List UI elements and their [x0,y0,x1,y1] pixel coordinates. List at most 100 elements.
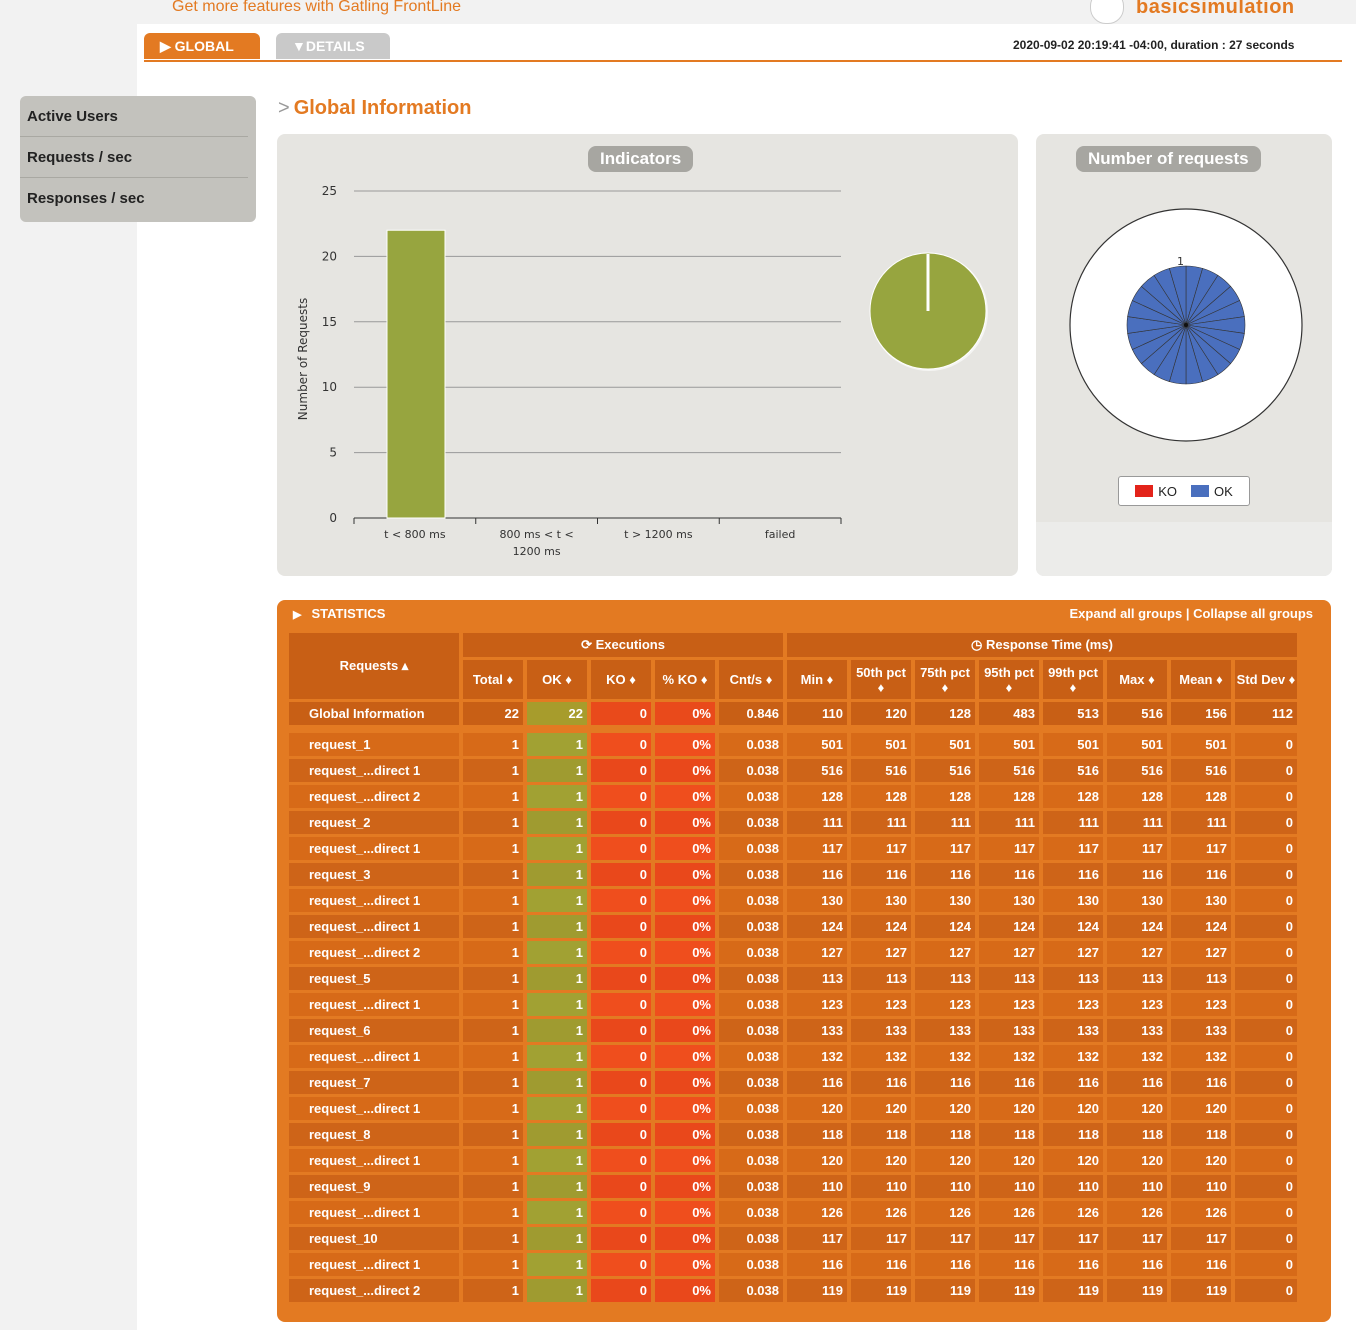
col-header[interactable]: 75th pct ♦ [915,660,975,699]
table-row[interactable]: request_3 1 1 0 0% 0.038 116 116 116 116 116 116 116… [289,863,1297,886]
col-header[interactable]: % KO ♦ [655,660,715,699]
tab-details[interactable]: ▼DETAILS [276,33,390,59]
stat-cell: 1 [463,1253,523,1276]
stat-cell: 501 [1043,733,1103,756]
col-header[interactable]: OK ♦ [527,660,587,699]
tab-global[interactable]: ▶ GLOBAL [144,33,260,59]
stat-cell: 0 [1235,1123,1297,1146]
col-requests[interactable]: Requests ▴ [289,633,459,699]
col-header[interactable]: 50th pct ♦ [851,660,911,699]
x-tick-label: failed [765,528,795,541]
stat-cell: 1 [527,863,587,886]
stat-cell: 1 [527,1253,587,1276]
stat-cell: 113 [1043,967,1103,990]
stat-cell: 0% [655,1097,715,1120]
request-name[interactable]: request_10 [289,1227,459,1250]
table-row[interactable]: request_...direct 1 1 1 0 0% 0.038 120 120 120 12… [289,1097,1297,1120]
table-row-global[interactable]: Global Information 22 22 0 0% 0.846 110 120 128 4… [289,702,1297,725]
col-header[interactable]: 99th pct ♦ [1043,660,1103,699]
request-name[interactable]: request_...direct 1 [289,837,459,860]
col-header[interactable]: KO ♦ [591,660,651,699]
request-name[interactable]: request_...direct 1 [289,1253,459,1276]
table-row[interactable]: request_...direct 2 1 1 0 0% 0.038 119 119 119 11… [289,1279,1297,1302]
request-name[interactable]: request_...direct 2 [289,941,459,964]
frontline-link[interactable]: Get more features with Gatling FrontLine [172,0,461,16]
stat-cell: 0 [591,1019,651,1042]
tab-bar: ▶ GLOBAL ▼DETAILS [144,33,390,59]
table-row[interactable]: request_1 1 1 0 0% 0.038 501 501 501 501 501 501 501… [289,733,1297,756]
request-name[interactable]: request_...direct 1 [289,1201,459,1224]
request-name[interactable]: request_...direct 1 [289,1045,459,1068]
request-name[interactable]: request_8 [289,1123,459,1146]
stat-cell: 0.038 [719,915,783,938]
col-header[interactable]: Mean ♦ [1171,660,1231,699]
sidebar-item-requests-per-sec[interactable]: Requests / sec [20,137,248,178]
table-row[interactable]: request_10 1 1 0 0% 0.038 117 117 117 117 117 117 11… [289,1227,1297,1250]
table-row[interactable]: request_6 1 1 0 0% 0.038 133 133 133 133 133 133 133… [289,1019,1297,1042]
stat-cell: 1 [463,759,523,782]
table-row[interactable]: request_...direct 2 1 1 0 0% 0.038 127 127 127 12… [289,941,1297,964]
stat-cell: 1 [527,993,587,1016]
sidebar-item-responses-per-sec[interactable]: Responses / sec [20,178,248,218]
table-row[interactable]: request_...direct 1 1 1 0 0% 0.038 123 123 123 12… [289,993,1297,1016]
col-header[interactable]: Cnt/s ♦ [719,660,783,699]
expand-all-link[interactable]: Expand all groups [1070,606,1183,621]
table-row[interactable]: request_9 1 1 0 0% 0.038 110 110 110 110 110 110 110… [289,1175,1297,1198]
stat-cell: 126 [787,1201,847,1224]
collapse-all-link[interactable]: Collapse all groups [1193,606,1313,621]
request-name[interactable]: request_2 [289,811,459,834]
ko-swatch-icon [1135,484,1154,497]
request-name[interactable]: request_...direct 1 [289,993,459,1016]
request-name[interactable]: request_...direct 1 [289,889,459,912]
request-name[interactable]: request_...direct 2 [289,785,459,808]
table-row[interactable]: request_...direct 1 1 1 0 0% 0.038 126 126 126 12… [289,1201,1297,1224]
col-header[interactable]: Max ♦ [1107,660,1167,699]
table-row[interactable]: request_...direct 1 1 1 0 0% 0.038 117 117 117 11… [289,837,1297,860]
stat-cell: 1 [527,967,587,990]
stat-cell: 1 [463,785,523,808]
stat-cell: 0% [655,1253,715,1276]
table-row[interactable]: request_...direct 1 1 1 0 0% 0.038 132 132 132 13… [289,1045,1297,1068]
request-name[interactable]: request_...direct 2 [289,1279,459,1302]
request-name[interactable]: request_1 [289,733,459,756]
request-name[interactable]: request_...direct 1 [289,915,459,938]
table-row[interactable]: request_2 1 1 0 0% 0.038 111 111 111 111 111 111 111… [289,811,1297,834]
request-name[interactable]: request_...direct 1 [289,759,459,782]
col-header[interactable]: Std Dev ♦ [1235,660,1297,699]
requests-panel-footer [1036,522,1332,576]
table-row[interactable]: request_...direct 1 1 1 0 0% 0.038 130 130 130 13… [289,889,1297,912]
request-name[interactable]: request_3 [289,863,459,886]
sidebar-item-active-users[interactable]: Active Users [20,96,248,137]
request-name[interactable]: request_9 [289,1175,459,1198]
table-row[interactable]: request_...direct 2 1 1 0 0% 0.038 128 128 128 12… [289,785,1297,808]
stat-cell: 1 [463,1045,523,1068]
request-name[interactable]: Global Information [289,702,459,725]
response-time-group-header: ◷ Response Time (ms) [787,633,1297,658]
stat-cell: 0 [1235,967,1297,990]
expand-triangle-icon[interactable]: ▶ [293,609,301,621]
table-row[interactable]: request_7 1 1 0 0% 0.038 116 116 116 116 116 116 116… [289,1071,1297,1094]
stat-cell: 483 [979,702,1039,725]
request-name[interactable]: request_7 [289,1071,459,1094]
table-row[interactable]: request_...direct 1 1 1 0 0% 0.038 124 124 124 12… [289,915,1297,938]
stat-cell: 0.038 [719,1071,783,1094]
col-header[interactable]: Min ♦ [787,660,847,699]
table-row[interactable]: request_...direct 1 1 1 0 0% 0.038 116 116 116 11… [289,1253,1297,1276]
stat-cell: 117 [979,837,1039,860]
col-header[interactable]: 95th pct ♦ [979,660,1039,699]
col-header[interactable]: Total ♦ [463,660,523,699]
stat-cell: 0.846 [719,702,783,725]
request-name[interactable]: request_5 [289,967,459,990]
table-row[interactable]: request_...direct 1 1 1 0 0% 0.038 120 120 120 12… [289,1149,1297,1172]
stat-cell: 0 [591,1123,651,1146]
stat-cell: 116 [851,1071,911,1094]
table-row[interactable]: request_...direct 1 1 1 0 0% 0.038 516 516 516 51… [289,759,1297,782]
legend-ok[interactable]: OK [1191,484,1233,499]
legend-ko[interactable]: KO [1135,484,1177,499]
stat-cell: 0 [591,967,651,990]
request-name[interactable]: request_...direct 1 [289,1149,459,1172]
table-row[interactable]: request_8 1 1 0 0% 0.038 118 118 118 118 118 118 118… [289,1123,1297,1146]
request-name[interactable]: request_...direct 1 [289,1097,459,1120]
request-name[interactable]: request_6 [289,1019,459,1042]
table-row[interactable]: request_5 1 1 0 0% 0.038 113 113 113 113 113 113 113… [289,967,1297,990]
